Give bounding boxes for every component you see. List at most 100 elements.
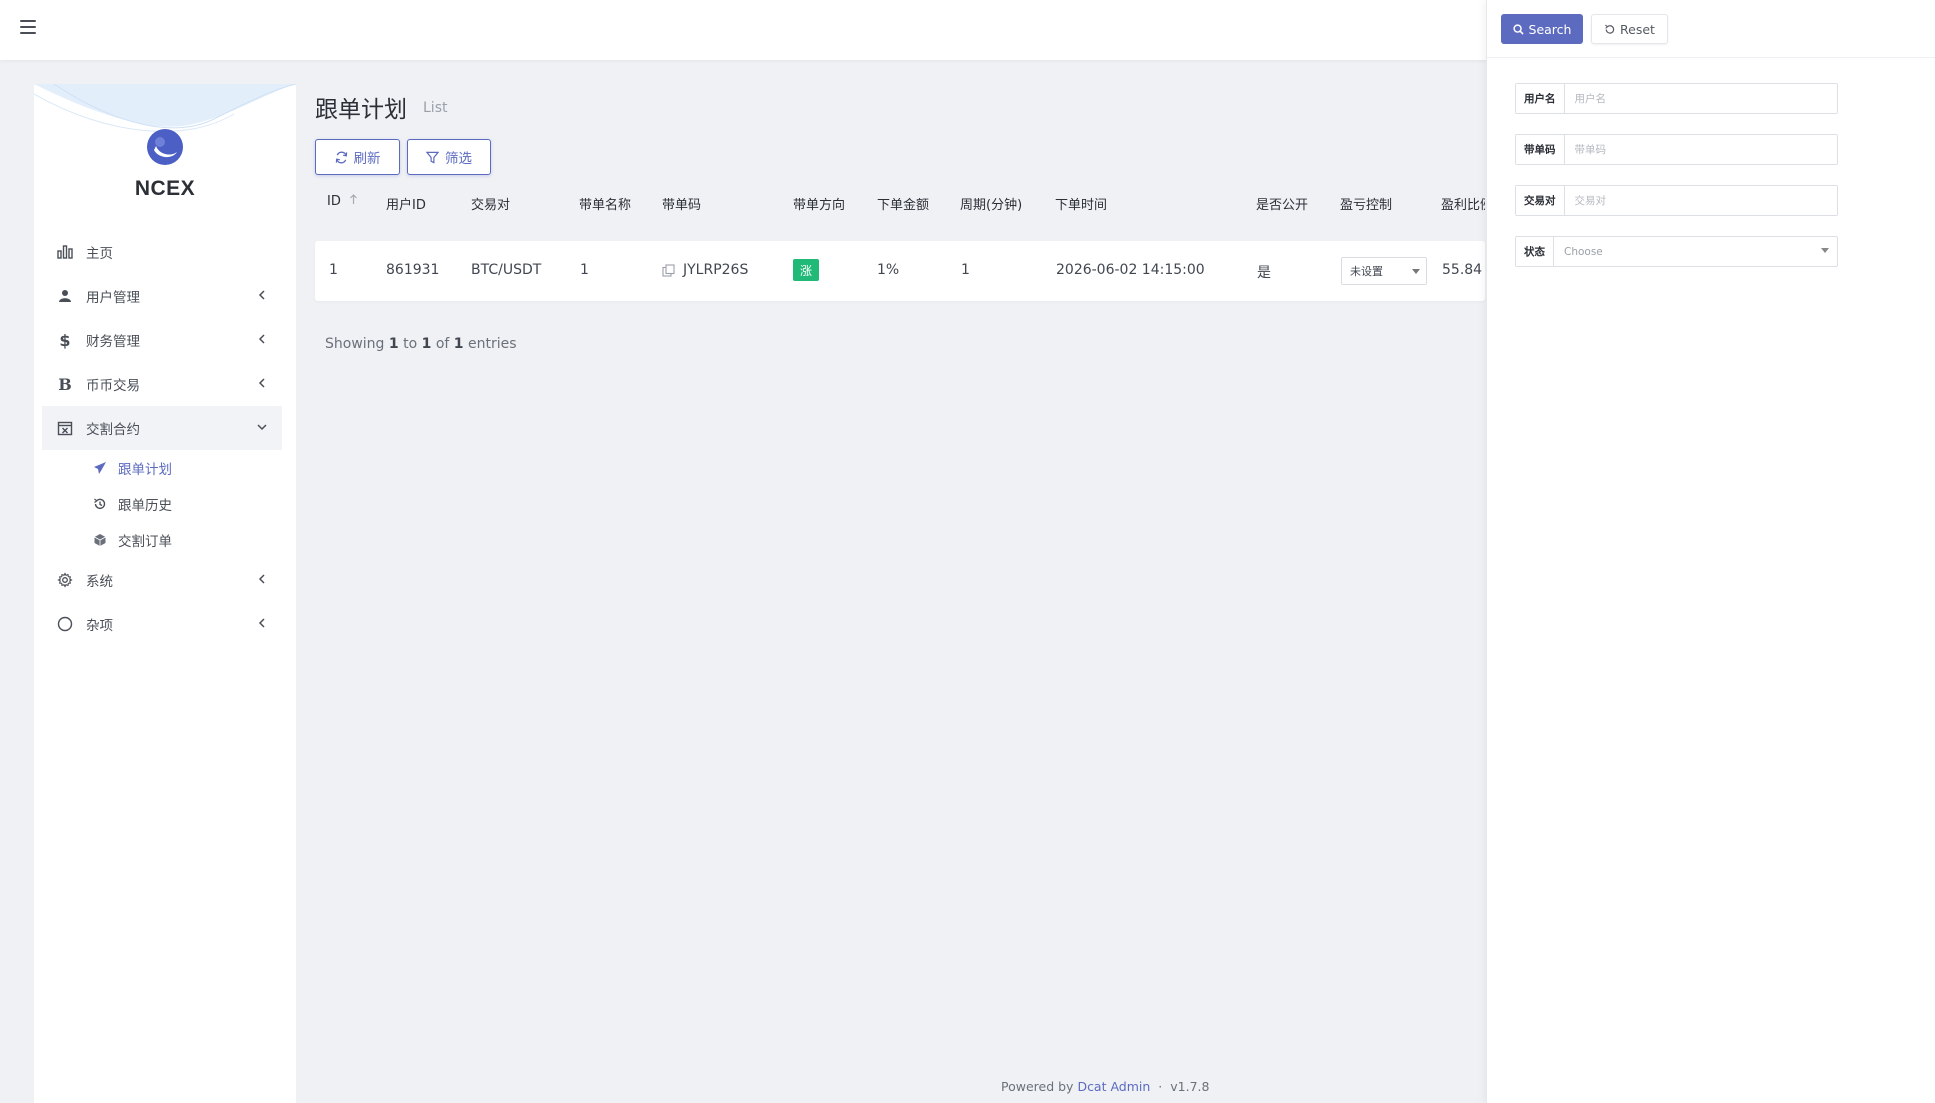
sidebar-subitem-label: 跟单计划 (118, 462, 172, 478)
refresh-label: 刷新 (353, 151, 381, 167)
filter-label-username: 用户名 (1516, 84, 1565, 113)
filter-label: 筛选 (445, 151, 472, 167)
ncex-logo-icon (147, 129, 183, 165)
bar-chart-icon (56, 243, 74, 261)
page-title: 跟单计划 (315, 97, 407, 123)
status-select-value: Choose (1564, 245, 1603, 258)
reset-button[interactable]: Reset (1591, 14, 1668, 44)
filter-panel: Search Reset 用户名 带单码 交易对 状态 Choose (1486, 0, 1935, 1103)
calendar-x-icon (56, 419, 74, 437)
sidebar-item-misc[interactable]: 杂项 (42, 602, 282, 646)
cell-id: 1 (329, 262, 338, 278)
gear-icon (56, 571, 74, 589)
filter-field-pair: 交易对 (1515, 185, 1838, 216)
circle-icon (56, 615, 74, 633)
plane-icon (92, 460, 108, 476)
chevron-left-icon (258, 618, 265, 628)
pnl-control-select[interactable]: 未设置 (1341, 257, 1427, 285)
sidebar-item-spot-trading[interactable]: B 币币交易 (42, 362, 282, 406)
cell-period: 1 (961, 262, 970, 278)
cell-amount: 1% (877, 262, 900, 278)
dollar-icon: $ (59, 330, 71, 350)
filter-icon (426, 151, 439, 164)
cell-code: JYLRP26S (683, 262, 749, 278)
column-header-direction: 带单方向 (793, 198, 846, 213)
sidebar-item-label: 系统 (86, 574, 113, 590)
cell-user-id: 861931 (386, 262, 440, 278)
column-header-code: 带单码 (662, 198, 702, 213)
sidebar-subitem-label: 交割订单 (118, 534, 172, 550)
column-header-period: 周期(分钟) (960, 198, 1023, 213)
filter-label-code: 带单码 (1516, 135, 1565, 164)
menu-toggle-icon[interactable] (20, 20, 36, 34)
refresh-button[interactable]: 刷新 (315, 139, 400, 175)
cell-pair: BTC/USDT (471, 262, 542, 278)
search-icon (1512, 23, 1524, 35)
username-input[interactable] (1564, 84, 1837, 113)
sidebar-item-users[interactable]: 用户管理 (42, 274, 282, 318)
table-row: 1 861931 BTC/USDT 1 JYLRP26S 涨 1% 1 2026… (315, 241, 1485, 301)
filter-button[interactable]: 筛选 (407, 139, 491, 175)
code-input[interactable] (1564, 135, 1837, 164)
column-header-user-id: 用户ID (386, 198, 426, 213)
sidebar-item-label: 币币交易 (86, 378, 140, 394)
sidebar-subitem-copy-history[interactable]: 跟单历史 (42, 486, 282, 522)
cell-public: 是 (1257, 265, 1271, 281)
column-header-name: 带单名称 (579, 198, 632, 213)
sidebar: NCEX 主页 用户管理 $ 财务管理 B 币币交易 交割合约 跟单计划 跟单历… (34, 84, 296, 1103)
column-header-id[interactable]: ID (327, 194, 358, 209)
column-header-public: 是否公开 (1256, 198, 1309, 213)
undo-icon (1605, 24, 1615, 34)
sidebar-item-delivery-contract[interactable]: 交割合约 (42, 406, 282, 450)
column-header-profit-ratio: 盈利比例 (1441, 198, 1485, 213)
sidebar-subitem-label: 跟单历史 (118, 498, 172, 514)
sidebar-item-label: 交割合约 (86, 422, 140, 438)
footer: Powered by Dcat Admin · v1.7.8 (1001, 1079, 1210, 1094)
status-select[interactable]: Choose (1554, 237, 1837, 266)
column-header-amount: 下单金额 (877, 198, 930, 213)
sort-icon (350, 194, 357, 204)
filter-field-username: 用户名 (1515, 83, 1838, 114)
refresh-icon (335, 151, 347, 163)
sidebar-item-label: 用户管理 (86, 290, 140, 306)
pair-input[interactable] (1564, 186, 1837, 215)
sidebar-item-finance[interactable]: $ 财务管理 (42, 318, 282, 362)
chevron-left-icon (258, 334, 265, 344)
sidebar-item-label: 杂项 (86, 618, 113, 634)
dcat-admin-link[interactable]: Dcat Admin (1077, 1079, 1150, 1094)
bitcoin-icon: B (58, 374, 72, 394)
pagination-summary: Showing 1 to 1 of 1 entries (325, 336, 517, 352)
search-button[interactable]: Search (1501, 14, 1583, 44)
history-icon (92, 496, 108, 512)
direction-badge: 涨 (793, 259, 819, 281)
brand-name: NCEX (134, 177, 196, 200)
filter-label-pair: 交易对 (1516, 186, 1565, 215)
column-header-time: 下单时间 (1055, 198, 1108, 213)
copy-icon[interactable] (662, 264, 675, 277)
chevron-left-icon (258, 378, 265, 388)
filter-panel-toolbar: Search Reset (1487, 0, 1935, 58)
chevron-down-icon (257, 424, 267, 431)
users-icon (56, 287, 74, 305)
chevron-left-icon (258, 574, 265, 584)
caret-down-icon (1412, 269, 1420, 274)
sidebar-item-label: 主页 (86, 246, 113, 262)
cell-profit-ratio: 55.84 (1442, 262, 1483, 278)
page-subtitle: List (423, 100, 448, 116)
cell-time: 2026-06-02 14:15:00 (1056, 262, 1205, 278)
filter-field-code: 带单码 (1515, 134, 1838, 165)
pnl-control-value: 未设置 (1350, 265, 1383, 278)
column-header-pair: 交易对 (471, 198, 511, 213)
cube-icon (92, 532, 108, 548)
filter-field-status: 状态 Choose (1515, 236, 1838, 267)
sidebar-item-home[interactable]: 主页 (42, 230, 282, 274)
sidebar-item-system[interactable]: 系统 (42, 558, 282, 602)
chevron-left-icon (258, 290, 265, 300)
filter-label-status: 状态 (1516, 237, 1554, 266)
sidebar-item-label: 财务管理 (86, 334, 140, 350)
cell-name: 1 (580, 262, 589, 278)
sidebar-subitem-delivery-orders[interactable]: 交割订单 (42, 522, 282, 558)
sidebar-subitem-copy-plan[interactable]: 跟单计划 (42, 450, 282, 486)
caret-down-icon (1821, 248, 1829, 253)
sidebar-menu: 主页 用户管理 $ 财务管理 B 币币交易 交割合约 跟单计划 跟单历史 交割订… (42, 230, 282, 646)
